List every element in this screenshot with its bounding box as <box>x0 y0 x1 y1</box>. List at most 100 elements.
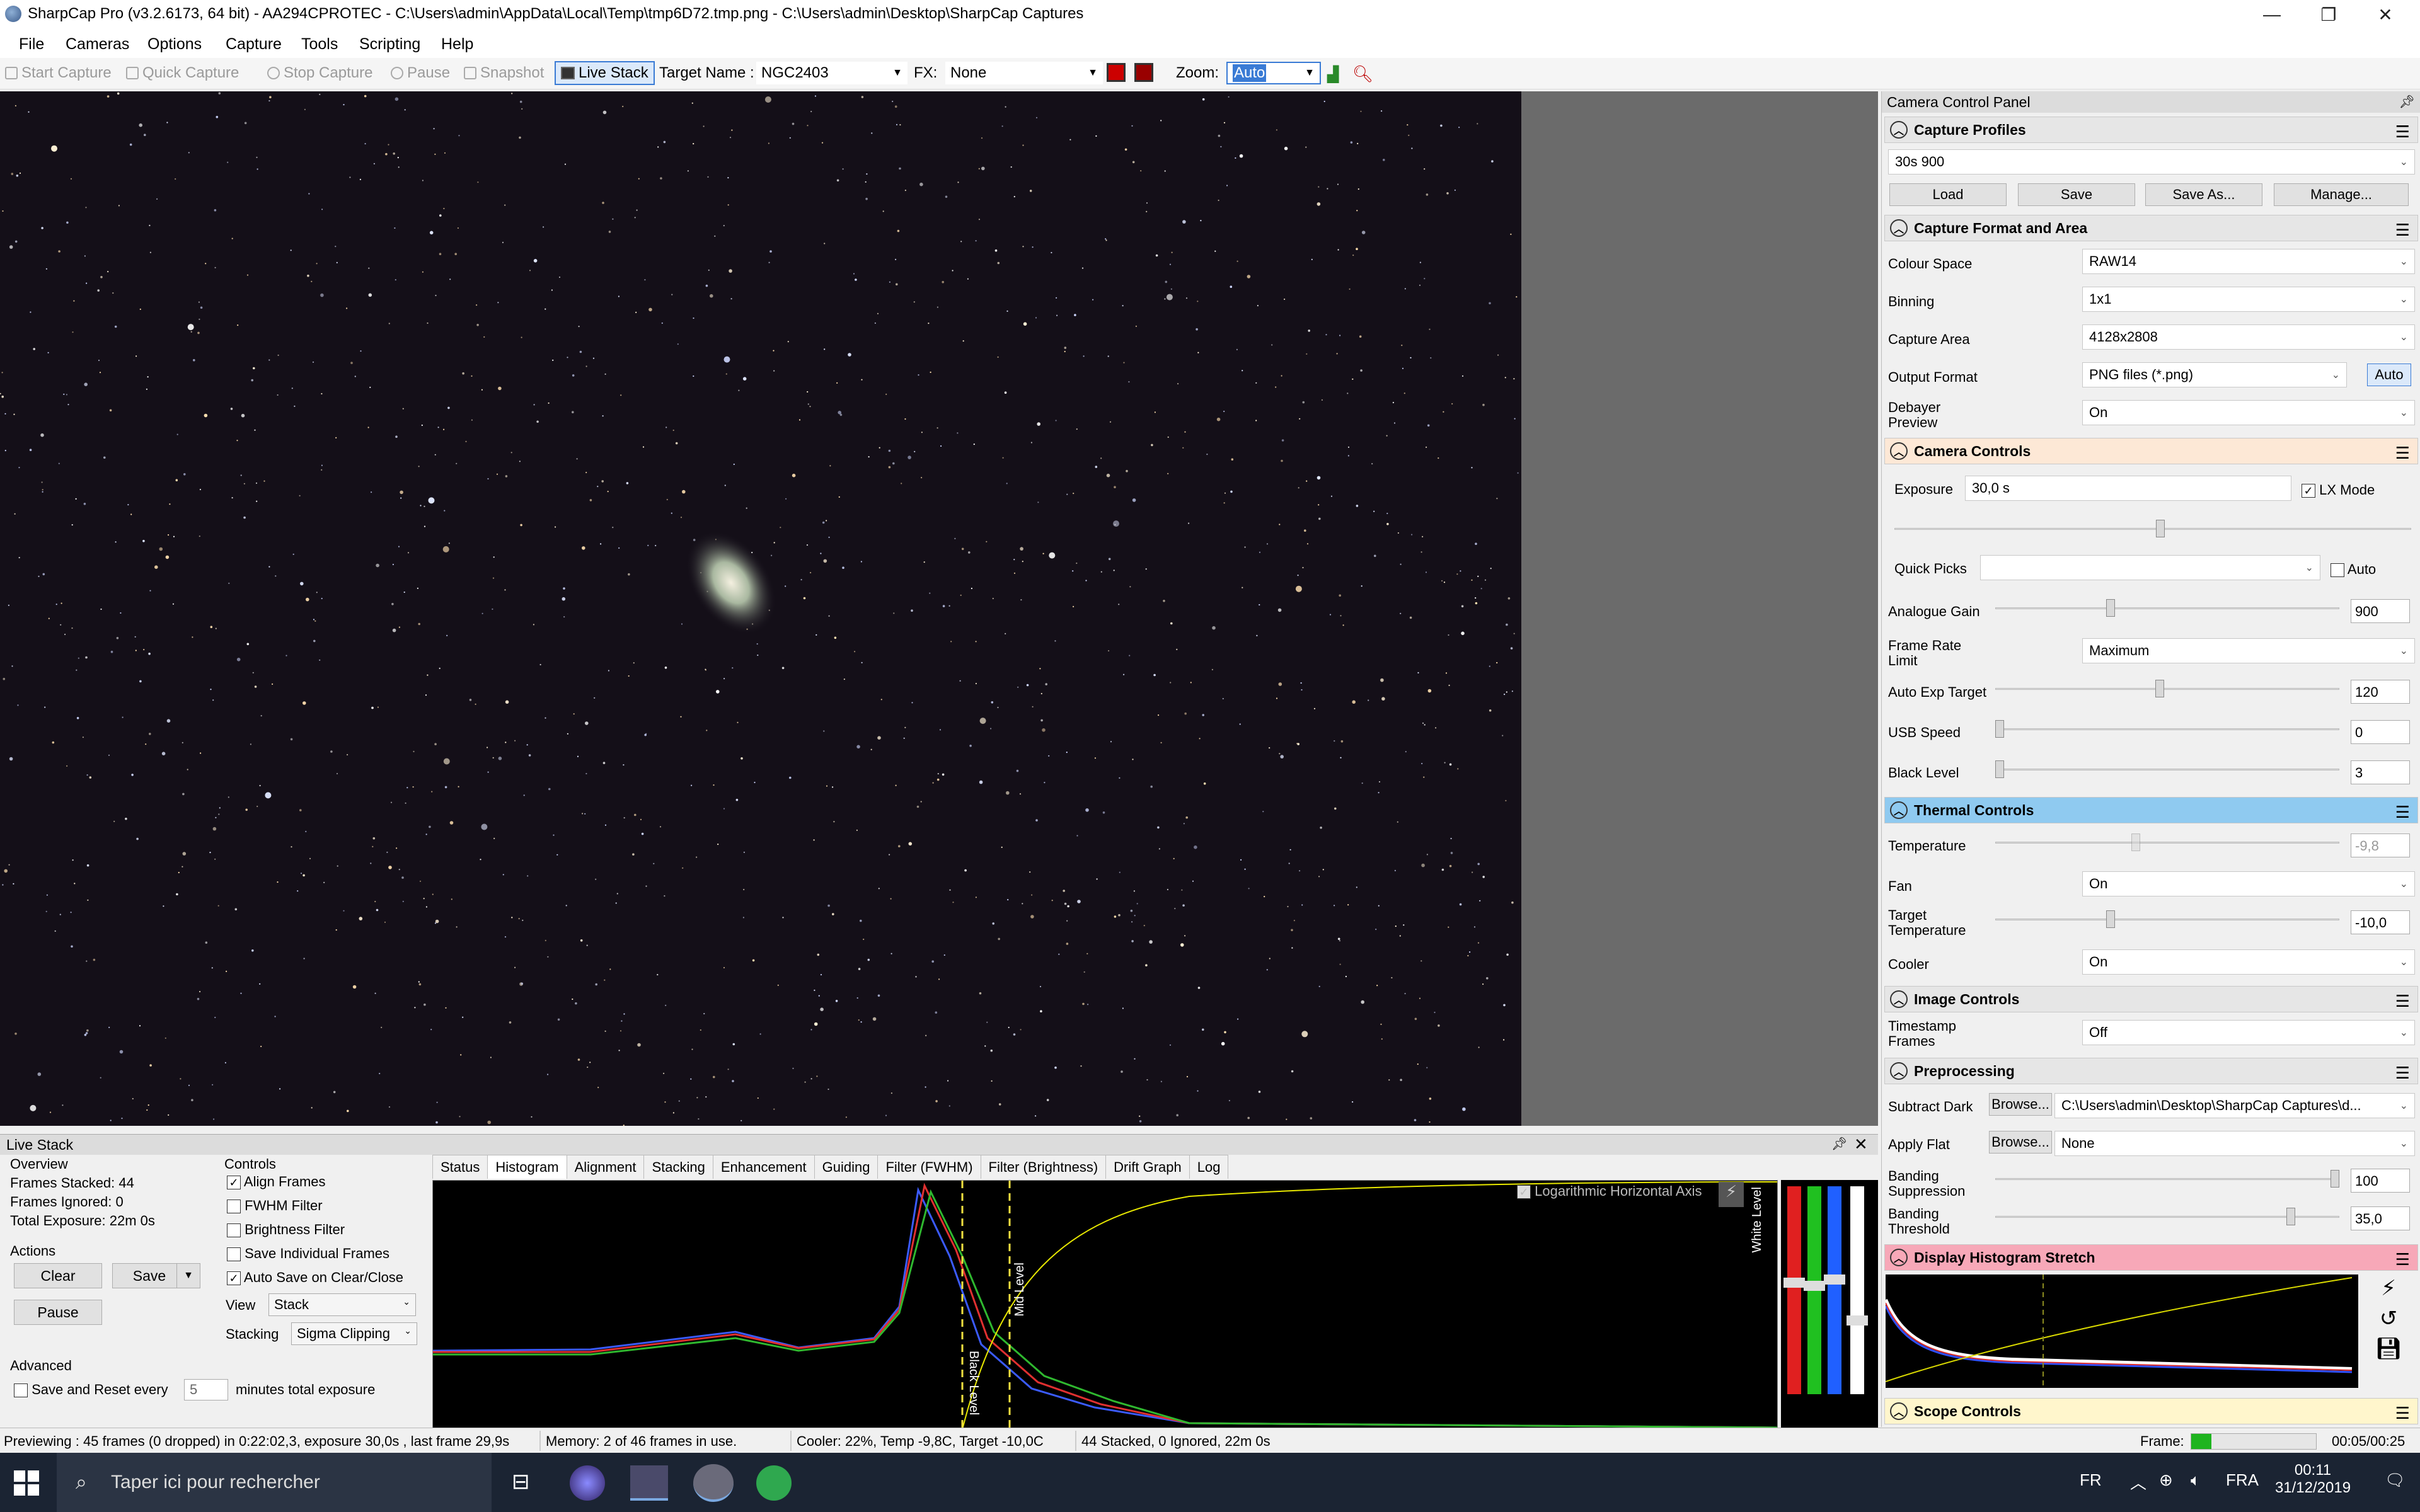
exposure-slider[interactable] <box>1894 520 2411 539</box>
quick-picks-auto-checkbox[interactable]: Auto <box>2331 561 2376 578</box>
menu-cameras[interactable]: Cameras <box>66 35 129 54</box>
gain-slider[interactable] <box>1995 599 2339 618</box>
start-capture-button[interactable]: Start Capture <box>5 64 112 82</box>
quick-picks-combo[interactable]: ⌄ <box>1980 555 2320 580</box>
snapshot-button[interactable]: Snapshot <box>464 64 544 82</box>
save-stack-button[interactable]: Save <box>112 1263 187 1288</box>
collapse-icon[interactable]: ︿ <box>1890 1402 1908 1420</box>
lightning-icon[interactable]: ⚡︎ <box>2381 1276 2396 1301</box>
windows-start-icon[interactable] <box>14 1470 39 1496</box>
hamburger-icon[interactable]: ☰ <box>2395 803 2410 822</box>
lx-mode-checkbox[interactable]: ✓ LX Mode <box>2302 482 2375 498</box>
collapse-icon[interactable]: ︿ <box>1890 1249 1908 1266</box>
tab-stacking[interactable]: Stacking <box>643 1155 713 1179</box>
hamburger-icon[interactable]: ☰ <box>2395 1404 2410 1423</box>
collapse-icon[interactable]: ︿ <box>1890 1062 1908 1080</box>
target-temperature-slider[interactable] <box>1995 910 2339 929</box>
subtract-dark-combo[interactable]: C:\Users\admin\Desktop\SharpCap Captures… <box>2054 1093 2415 1118</box>
lightning-icon[interactable]: ⚡︎ <box>1719 1182 1744 1207</box>
close-icon[interactable]: ✕ <box>1854 1135 1868 1154</box>
debayer-combo[interactable]: On ⌄ <box>2082 400 2415 425</box>
load-profile-button[interactable]: Load <box>1889 183 2007 206</box>
section-display-histogram[interactable]: ︿ Display Histogram Stretch ☰ <box>1884 1244 2418 1271</box>
tray-chevron-icon[interactable]: ︿ <box>2130 1470 2146 1494</box>
save-dropdown-button[interactable]: ▼ <box>176 1263 200 1288</box>
section-capture-profiles[interactable]: ︿ Capture Profiles ☰ <box>1884 117 2418 143</box>
phd-guiding-icon[interactable] <box>756 1465 792 1501</box>
display-histogram-graph[interactable] <box>1886 1274 2358 1388</box>
collapse-icon[interactable]: ︿ <box>1890 219 1908 237</box>
magnifier-icon[interactable]: 🔍︎ <box>1352 64 1373 84</box>
exposure-input[interactable]: 30,0 s <box>1965 476 2291 501</box>
menu-tools[interactable]: Tools <box>301 35 338 54</box>
language-code[interactable]: FRA <box>2226 1470 2259 1490</box>
auto-exp-slider[interactable] <box>1995 680 2339 699</box>
banding-suppression-slider[interactable] <box>1995 1170 2339 1189</box>
section-camera-controls[interactable]: ︿ Camera Controls ☰ <box>1884 438 2418 464</box>
tab-filter-fwhm[interactable]: Filter (FWHM) <box>877 1155 981 1179</box>
banding-threshold-input[interactable]: 35,0 <box>2351 1206 2410 1230</box>
colour-space-combo[interactable]: RAW14 ⌄ <box>2082 249 2415 274</box>
tab-log[interactable]: Log <box>1189 1155 1229 1179</box>
tab-histogram[interactable]: Histogram <box>487 1155 567 1179</box>
menu-options[interactable]: Options <box>147 35 202 54</box>
save-individual-checkbox[interactable]: Save Individual Frames <box>227 1246 389 1262</box>
pause-button[interactable]: Pause <box>391 64 450 82</box>
zoom-combo[interactable]: Auto ▼ <box>1226 62 1321 84</box>
target-name-combo[interactable]: NGC2403 ▼ <box>756 62 908 84</box>
output-format-combo[interactable]: PNG files (*.png) ⌄ <box>2082 362 2347 387</box>
banding-suppression-input[interactable]: 100 <box>2351 1169 2410 1193</box>
tab-drift-graph[interactable]: Drift Graph <box>1105 1155 1190 1179</box>
fan-combo[interactable]: On ⌄ <box>2082 871 2415 896</box>
save-icon[interactable]: 💾︎ <box>2375 1336 2402 1361</box>
browse-flat-button[interactable]: Browse... <box>1989 1131 2052 1154</box>
usb-speed-slider[interactable] <box>1995 720 2339 739</box>
reset-icon[interactable]: ↺ <box>2380 1306 2398 1331</box>
target-temperature-input[interactable]: -10,0 <box>2351 910 2410 934</box>
tab-guiding[interactable]: Guiding <box>814 1155 879 1179</box>
image-viewer[interactable] <box>0 91 1878 1126</box>
clock[interactable]: 00:11 31/12/2019 <box>2269 1462 2357 1497</box>
black-level-slider[interactable] <box>1995 760 2339 779</box>
cooler-combo[interactable]: On ⌄ <box>2082 949 2415 975</box>
tab-alignment[interactable]: Alignment <box>566 1155 645 1179</box>
gain-input[interactable]: 900 <box>2351 599 2410 623</box>
network-icon[interactable]: ⊕ <box>2159 1470 2173 1490</box>
language-short[interactable]: FR <box>2080 1470 2102 1490</box>
collapse-icon[interactable]: ︿ <box>1890 442 1908 460</box>
menu-capture[interactable]: Capture <box>226 35 282 54</box>
section-image-controls[interactable]: ︿ Image Controls ☰ <box>1884 986 2418 1012</box>
quick-capture-button[interactable]: Quick Capture <box>126 64 239 82</box>
minutes-stepper[interactable]: 5 <box>184 1379 228 1400</box>
apply-flat-combo[interactable]: None ⌄ <box>2054 1131 2415 1156</box>
pause-stack-button[interactable]: Pause <box>14 1300 102 1325</box>
stop-capture-button[interactable]: Stop Capture <box>267 64 372 82</box>
hamburger-icon[interactable]: ☰ <box>2395 992 2410 1011</box>
menu-help[interactable]: Help <box>441 35 473 54</box>
hamburger-icon[interactable]: ☰ <box>2395 220 2410 240</box>
hamburger-icon[interactable]: ☰ <box>2395 1063 2410 1083</box>
banding-threshold-slider[interactable] <box>1995 1208 2339 1227</box>
brightness-filter-checkbox[interactable]: Brightness Filter <box>227 1222 345 1238</box>
hamburger-icon[interactable]: ☰ <box>2395 122 2410 142</box>
browse-dark-button[interactable]: Browse... <box>1989 1093 2052 1116</box>
binning-combo[interactable]: 1x1 ⌄ <box>2082 287 2415 312</box>
fwhm-filter-checkbox[interactable]: FWHM Filter <box>227 1198 323 1214</box>
log-axis-checkbox[interactable]: ✓ Logarithmic Horizontal Axis <box>1517 1183 1702 1200</box>
section-scope-controls[interactable]: ︿ Scope Controls ☰ <box>1884 1398 2418 1424</box>
collapse-icon[interactable]: ︿ <box>1890 801 1908 819</box>
manage-profiles-button[interactable]: Manage... <box>2274 183 2409 206</box>
notifications-icon[interactable]: 🗨︎ <box>2385 1470 2406 1490</box>
live-stack-button[interactable]: Live Stack <box>555 61 655 85</box>
collapse-icon[interactable]: ︿ <box>1890 990 1908 1008</box>
clear-button[interactable]: Clear <box>14 1263 102 1288</box>
tab-enhancement[interactable]: Enhancement <box>712 1155 815 1179</box>
stack-histogram[interactable]: Black Level Mid Level ✓ Logarithmic Hori… <box>432 1180 1778 1429</box>
volume-icon[interactable]: 🔈︎ <box>2191 1470 2201 1491</box>
hamburger-icon[interactable]: ☰ <box>2395 1250 2410 1269</box>
auto-exp-input[interactable]: 120 <box>2351 680 2410 704</box>
pin-icon[interactable]: 📌︎ <box>2399 94 2415 110</box>
tab-status[interactable]: Status <box>432 1155 488 1179</box>
timestamp-combo[interactable]: Off ⌄ <box>2082 1020 2415 1045</box>
view-combo[interactable]: Stack ⌄ <box>268 1293 416 1316</box>
